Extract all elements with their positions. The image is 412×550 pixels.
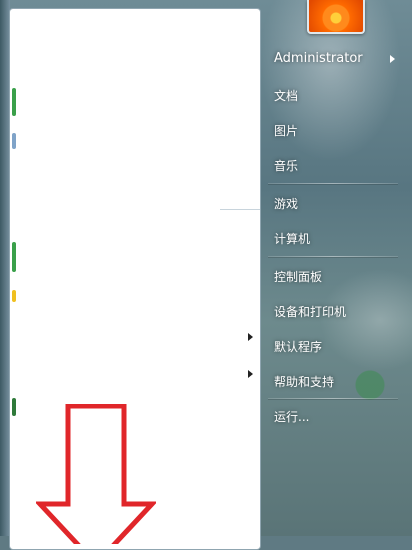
menu-item-computer[interactable]: 计算机: [274, 230, 310, 247]
chevron-right-icon[interactable]: [248, 370, 253, 378]
menu-item-games[interactable]: 游戏: [274, 195, 298, 212]
menu-item-devices-printers[interactable]: 设备和打印机: [274, 303, 346, 320]
pane-separator: [220, 209, 260, 210]
menu-item-help-support[interactable]: 帮助和支持: [274, 373, 334, 390]
chevron-right-icon[interactable]: [248, 333, 253, 341]
user-picture[interactable]: [307, 0, 365, 34]
menu-separator: [268, 183, 398, 184]
program-icon: [12, 242, 16, 272]
down-arrow-icon: [36, 404, 156, 544]
menu-item-music[interactable]: 音乐: [274, 157, 298, 174]
program-icon: [12, 398, 16, 416]
menu-separator: [268, 398, 398, 399]
chevron-right-icon: [390, 55, 395, 63]
menu-item-run[interactable]: 运行...: [274, 408, 309, 425]
user-name-link[interactable]: Administrator: [274, 51, 363, 66]
menu-item-documents[interactable]: 文档: [274, 87, 298, 104]
menu-item-default-programs[interactable]: 默认程序: [274, 338, 322, 355]
program-icon: [12, 290, 16, 302]
menu-item-control-panel[interactable]: 控制面板: [274, 268, 322, 285]
program-icon: [12, 88, 16, 116]
program-icon: [12, 133, 16, 149]
menu-separator: [268, 256, 398, 257]
menu-item-pictures[interactable]: 图片: [274, 122, 298, 139]
